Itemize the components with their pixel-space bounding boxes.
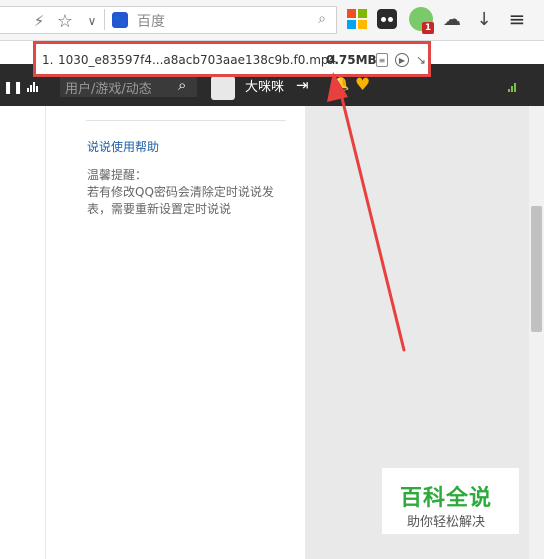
color-grid-icon[interactable] — [347, 9, 367, 29]
download-item[interactable]: 1. 1030_e83597f4...a8acb703aae138c9b.f0.… — [33, 41, 431, 77]
signal-icon — [508, 82, 516, 92]
site-search-placeholder: 用户/游戏/动态 — [65, 82, 152, 97]
tip-body: 若有修改QQ密码会清除定时说说发表，需要重新设置定时说说 — [87, 185, 274, 216]
pause-icon[interactable]: ❚❚ — [3, 80, 23, 94]
content-divider — [86, 120, 286, 121]
logout-icon[interactable]: ⇥ — [296, 76, 309, 94]
cloud-icon[interactable]: ☁ — [442, 9, 462, 30]
heart-icon[interactable]: ♥ — [355, 75, 370, 95]
download-index: 1. — [42, 53, 54, 67]
download-filename[interactable]: 1030_e83597f4...a8acb703aae138c9b.f0.mp4 — [58, 53, 336, 67]
watermark: 百科全说 助你轻松解决 — [382, 468, 519, 534]
download-size: 0.75MB — [326, 53, 377, 67]
help-link[interactable]: 说说使用帮助 — [87, 138, 159, 155]
copy-icon[interactable]: ≡ — [376, 53, 388, 67]
browser-toolbar: ⚡ ☆ ∨ 🐾 百度 ⌕ 1 ☁ ↓ ≡ — [0, 0, 544, 41]
baidu-paw-icon[interactable]: 🐾 — [112, 12, 128, 28]
site-search-icon[interactable]: ⌕ — [178, 76, 186, 94]
play-icon[interactable]: ▶ — [395, 53, 409, 67]
hamburger-menu-icon[interactable]: ≡ — [507, 7, 527, 31]
mask-icon[interactable] — [377, 9, 397, 29]
bar-chart-icon[interactable] — [27, 81, 38, 92]
watermark-subtitle: 助你轻松解决 — [407, 515, 486, 530]
bookmark-star-icon[interactable]: ☆ — [55, 11, 75, 32]
search-icon[interactable]: ⌕ — [314, 11, 330, 27]
url-bar[interactable]: ⚡ ☆ ∨ — [0, 6, 337, 34]
user-avatar[interactable] — [211, 76, 235, 100]
open-folder-icon[interactable]: ↘ — [414, 53, 428, 67]
tip-title: 温馨提醒： — [87, 168, 148, 182]
scrollbar-thumb[interactable] — [531, 206, 542, 332]
watermark-title: 百科全说 — [400, 486, 493, 511]
download-arrow-icon[interactable]: ↓ — [474, 9, 494, 30]
search-engine-input[interactable]: 百度 — [137, 11, 165, 31]
content-panel — [46, 106, 304, 559]
chevron-down-icon[interactable]: ∨ — [84, 13, 100, 29]
username-label[interactable]: 大咪咪 — [245, 76, 284, 95]
bell-icon[interactable]: 🔔 — [332, 76, 349, 92]
scrollbar-track[interactable] — [529, 106, 544, 559]
bolt-icon[interactable]: ⚡ — [30, 12, 48, 30]
notification-badge: 1 — [422, 22, 434, 34]
toolbar-separator — [104, 9, 105, 30]
